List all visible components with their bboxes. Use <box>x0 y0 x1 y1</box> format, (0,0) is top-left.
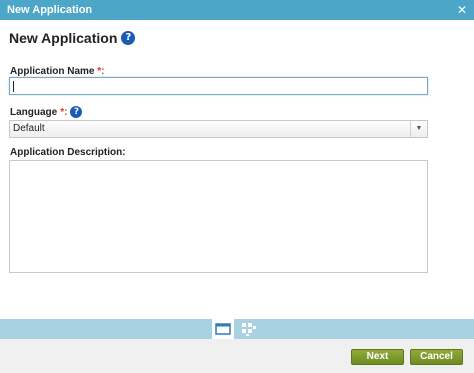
help-icon[interactable]: ? <box>70 106 83 118</box>
application-description-label: Application Description: <box>10 147 126 158</box>
text-caret <box>13 81 14 92</box>
application-name-label: Application Name *: <box>10 66 104 77</box>
apps-grid-icon <box>242 323 256 336</box>
next-button[interactable]: Next <box>351 349 404 365</box>
language-label: Language *: ? <box>10 106 83 118</box>
wizard-step-bar <box>0 319 474 339</box>
chevron-down-icon[interactable]: ▼ <box>410 121 427 137</box>
help-icon[interactable]: ? <box>121 31 136 45</box>
dialog-body: New Application ? Application Name *: La… <box>0 20 474 319</box>
language-selected-value: Default <box>13 123 45 134</box>
step-window-tab[interactable] <box>212 319 234 339</box>
close-icon[interactable]: ✕ <box>456 0 468 20</box>
dialog-titlebar: New Application ✕ <box>0 0 474 20</box>
dialog-title: New Application <box>7 4 93 16</box>
required-marker: *: <box>60 106 68 118</box>
application-name-label-text: Application Name <box>10 66 95 77</box>
application-name-input[interactable] <box>9 77 428 95</box>
language-select[interactable]: Default ▼ <box>9 120 428 138</box>
window-icon <box>215 323 231 335</box>
page-title: New Application <box>9 30 118 46</box>
step-apps-tab[interactable] <box>237 319 259 339</box>
page-heading: New Application ? <box>9 30 136 46</box>
required-marker: *: <box>97 66 105 77</box>
language-label-text: Language <box>10 106 58 118</box>
cancel-button[interactable]: Cancel <box>410 349 463 365</box>
application-description-textarea[interactable] <box>9 160 428 273</box>
dialog-footer: Next Cancel <box>0 339 474 373</box>
